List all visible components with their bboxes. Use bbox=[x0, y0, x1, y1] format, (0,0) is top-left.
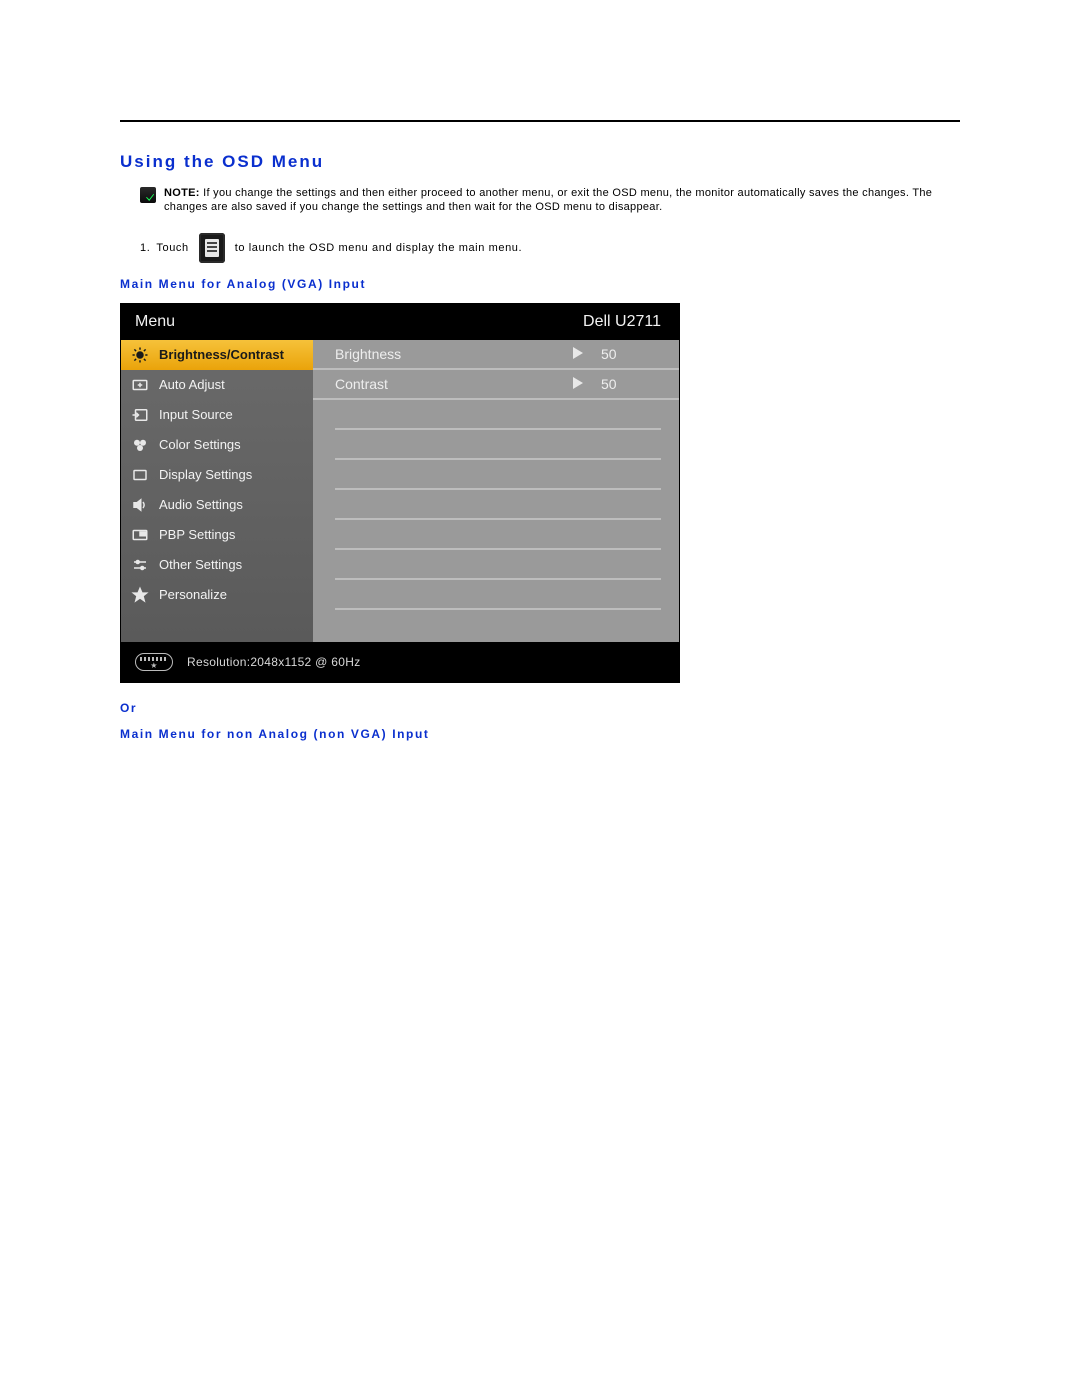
color-settings-icon bbox=[131, 436, 149, 454]
chevron-right-icon bbox=[573, 376, 601, 392]
osd-empty-row bbox=[335, 430, 661, 460]
subheading-analog: Main Menu for Analog (VGA) Input bbox=[120, 277, 960, 291]
osd-empty-row bbox=[335, 580, 661, 610]
chevron-right-icon bbox=[573, 346, 601, 362]
note-body: If you change the settings and then eith… bbox=[164, 187, 932, 213]
osd-titlebar: Menu Dell U2711 bbox=[121, 304, 679, 340]
osd-sidebar-item-auto-adjust[interactable]: Auto Adjust bbox=[121, 370, 313, 400]
menu-button-icon bbox=[199, 233, 225, 263]
osd-sidebar-item-pbp-settings[interactable]: PBP Settings bbox=[121, 520, 313, 550]
osd-sidebar-item-display-settings[interactable]: Display Settings bbox=[121, 460, 313, 490]
osd-row-contrast[interactable]: Contrast 50 bbox=[313, 370, 679, 400]
osd-empty-row bbox=[335, 610, 661, 622]
brightness-icon bbox=[131, 346, 149, 364]
osd-detail-pane: Brightness 50 Contrast 50 bbox=[313, 340, 679, 642]
energy-star-icon bbox=[135, 653, 173, 671]
osd-sidebar-label: PBP Settings bbox=[159, 527, 235, 542]
osd-sidebar: Brightness/Contrast Auto Adjust bbox=[121, 340, 313, 642]
pbp-settings-icon bbox=[131, 526, 149, 544]
osd-sidebar-label: Color Settings bbox=[159, 437, 241, 452]
step-1-after: to launch the OSD menu and display the m… bbox=[235, 242, 522, 254]
note-row: NOTE: If you change the settings and the… bbox=[140, 186, 960, 215]
note-check-icon bbox=[140, 187, 156, 203]
osd-sidebar-label: Other Settings bbox=[159, 557, 242, 572]
osd-empty-row bbox=[335, 400, 661, 430]
other-settings-icon bbox=[131, 556, 149, 574]
osd-row-brightness[interactable]: Brightness 50 bbox=[313, 340, 679, 370]
osd-sidebar-item-personalize[interactable]: Personalize bbox=[121, 580, 313, 610]
subheading-non-analog: Main Menu for non Analog (non VGA) Input bbox=[120, 727, 960, 741]
input-source-icon bbox=[131, 406, 149, 424]
step-1: 1. Touch to launch the OSD menu and disp… bbox=[140, 233, 960, 263]
osd-row-value: 50 bbox=[601, 376, 661, 392]
osd-sidebar-label: Input Source bbox=[159, 407, 233, 422]
note-text: NOTE: If you change the settings and the… bbox=[164, 186, 960, 215]
osd-status-text: Resolution:2048x1152 @ 60Hz bbox=[187, 655, 361, 669]
osd-sidebar-item-input-source[interactable]: Input Source bbox=[121, 400, 313, 430]
audio-settings-icon bbox=[131, 496, 149, 514]
osd-row-value: 50 bbox=[601, 346, 661, 362]
osd-sidebar-label: Personalize bbox=[159, 587, 227, 602]
osd-sidebar-label: Audio Settings bbox=[159, 497, 243, 512]
osd-sidebar-label: Auto Adjust bbox=[159, 377, 225, 392]
auto-adjust-icon bbox=[131, 376, 149, 394]
step-1-before: Touch bbox=[156, 242, 188, 254]
osd-menu: Menu Dell U2711 Brightness/Contras bbox=[120, 303, 680, 683]
osd-empty-row bbox=[335, 460, 661, 490]
step-1-number: 1. bbox=[140, 242, 150, 254]
section-heading: Using the OSD Menu bbox=[120, 152, 960, 172]
osd-empty-row bbox=[335, 550, 661, 580]
osd-title: Menu bbox=[135, 313, 175, 331]
star-icon bbox=[131, 586, 149, 604]
osd-sidebar-item-other-settings[interactable]: Other Settings bbox=[121, 550, 313, 580]
osd-sidebar-item-brightness-contrast[interactable]: Brightness/Contrast bbox=[121, 340, 313, 370]
osd-empty-row bbox=[335, 520, 661, 550]
osd-sidebar-item-audio-settings[interactable]: Audio Settings bbox=[121, 490, 313, 520]
horizontal-rule bbox=[120, 120, 960, 122]
osd-sidebar-item-color-settings[interactable]: Color Settings bbox=[121, 430, 313, 460]
osd-row-label: Brightness bbox=[335, 346, 573, 362]
osd-status-bar: Resolution:2048x1152 @ 60Hz bbox=[121, 642, 679, 682]
note-label: NOTE: bbox=[164, 187, 200, 199]
or-label: Or bbox=[120, 701, 960, 715]
osd-sidebar-label: Display Settings bbox=[159, 467, 252, 482]
osd-sidebar-label: Brightness/Contrast bbox=[159, 347, 284, 362]
display-settings-icon bbox=[131, 466, 149, 484]
osd-model: Dell U2711 bbox=[583, 313, 661, 331]
osd-empty-row bbox=[335, 490, 661, 520]
osd-row-label: Contrast bbox=[335, 376, 573, 392]
